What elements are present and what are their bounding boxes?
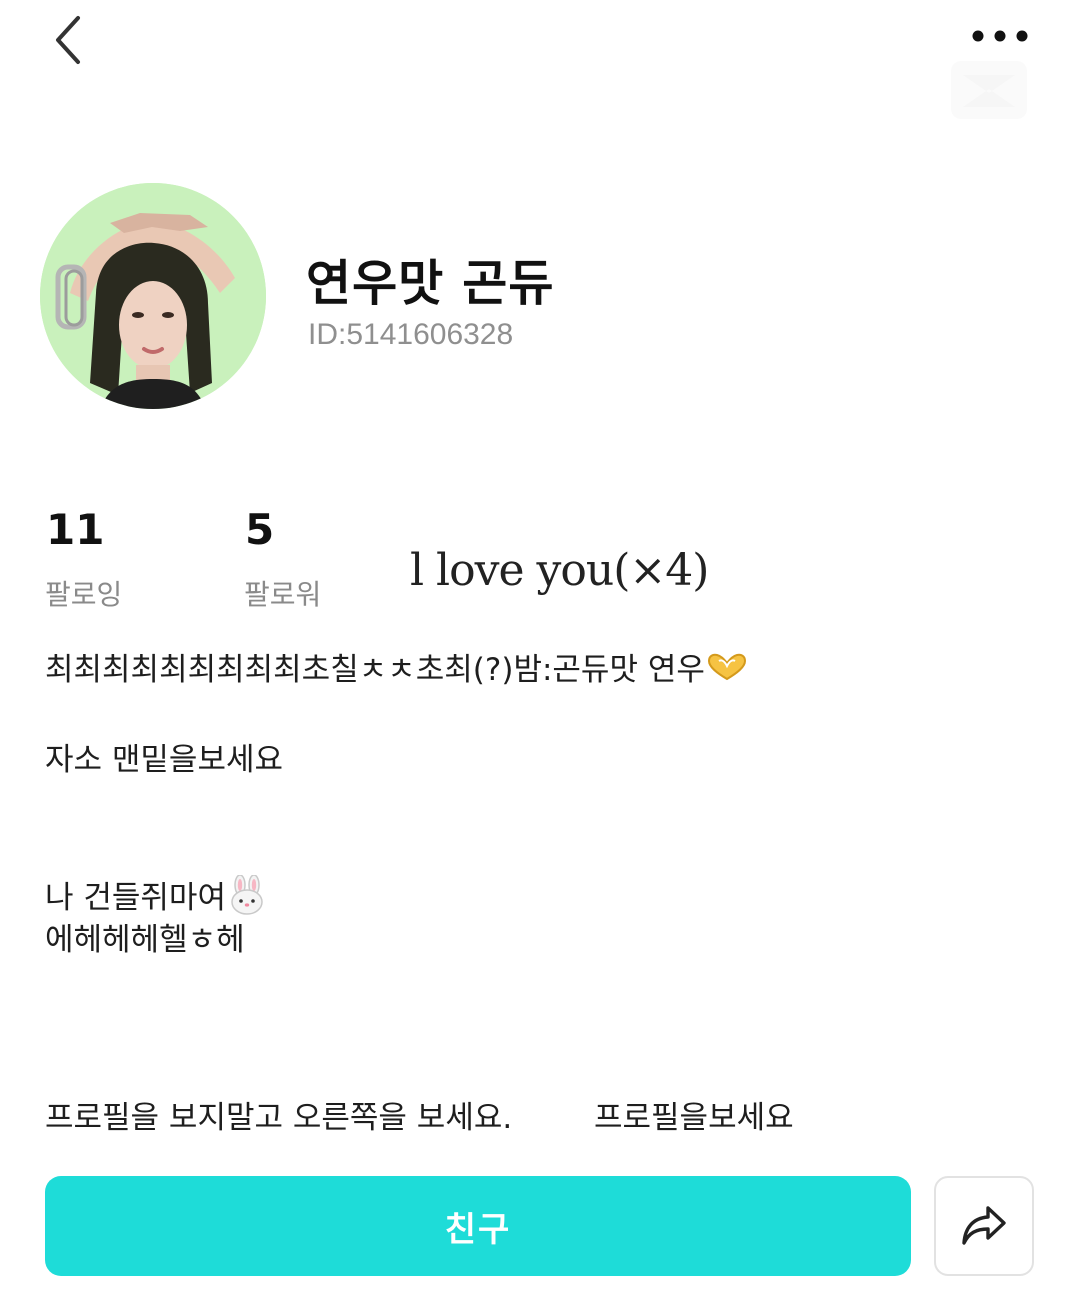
followers-count[interactable]: 5 bbox=[245, 505, 274, 554]
chevron-left-icon bbox=[56, 16, 80, 64]
back-button[interactable] bbox=[38, 10, 98, 70]
bio-line-1-text: 최최최최최최최최최초칠ㅊㅊ초최(?)밤:곤듀맛 연우 bbox=[45, 652, 705, 688]
avatar[interactable] bbox=[40, 183, 266, 409]
followers-label[interactable]: 팔로워 bbox=[244, 573, 321, 613]
share-arrow-icon bbox=[962, 1206, 1006, 1245]
profile-id: ID:5141606328 bbox=[308, 318, 514, 351]
avatar-image bbox=[40, 183, 266, 409]
following-label[interactable]: 팔로잉 bbox=[45, 573, 122, 613]
bio-line-5: 프로필을 보지말고 오른쪽을 보세요. bbox=[45, 1100, 513, 1136]
friend-button-label: 친구 bbox=[444, 1209, 512, 1250]
bio-line-4: 에헤헤헤헬ㅎ헤 bbox=[45, 922, 245, 958]
bio-line-3: 나 건들쥐마여 bbox=[45, 874, 266, 924]
more-options-button[interactable] bbox=[962, 14, 1038, 58]
heart-hands-icon bbox=[707, 653, 747, 690]
bio-line-6: 프로필을보세요 bbox=[594, 1100, 794, 1136]
bio-line-3-text: 나 건들쥐마여 bbox=[45, 880, 226, 917]
bio-line-2: 자소 맨밑을보세요 bbox=[45, 742, 284, 778]
following-count[interactable]: 11 bbox=[46, 505, 104, 554]
friend-button[interactable]: 친구 bbox=[45, 1176, 911, 1276]
app-watermark-logo bbox=[945, 55, 1033, 125]
share-button[interactable] bbox=[934, 1176, 1034, 1276]
more-horizontal-icon bbox=[972, 30, 1028, 42]
bio-line-1: 최최최최최최최최최초칠ㅊㅊ초최(?)밤:곤듀맛 연우 bbox=[45, 652, 747, 690]
overlay-love-text: l love you(×4) bbox=[410, 545, 709, 596]
profile-username: 연우맛 곤듀 bbox=[306, 255, 555, 312]
rabbit-face-icon bbox=[228, 874, 266, 924]
